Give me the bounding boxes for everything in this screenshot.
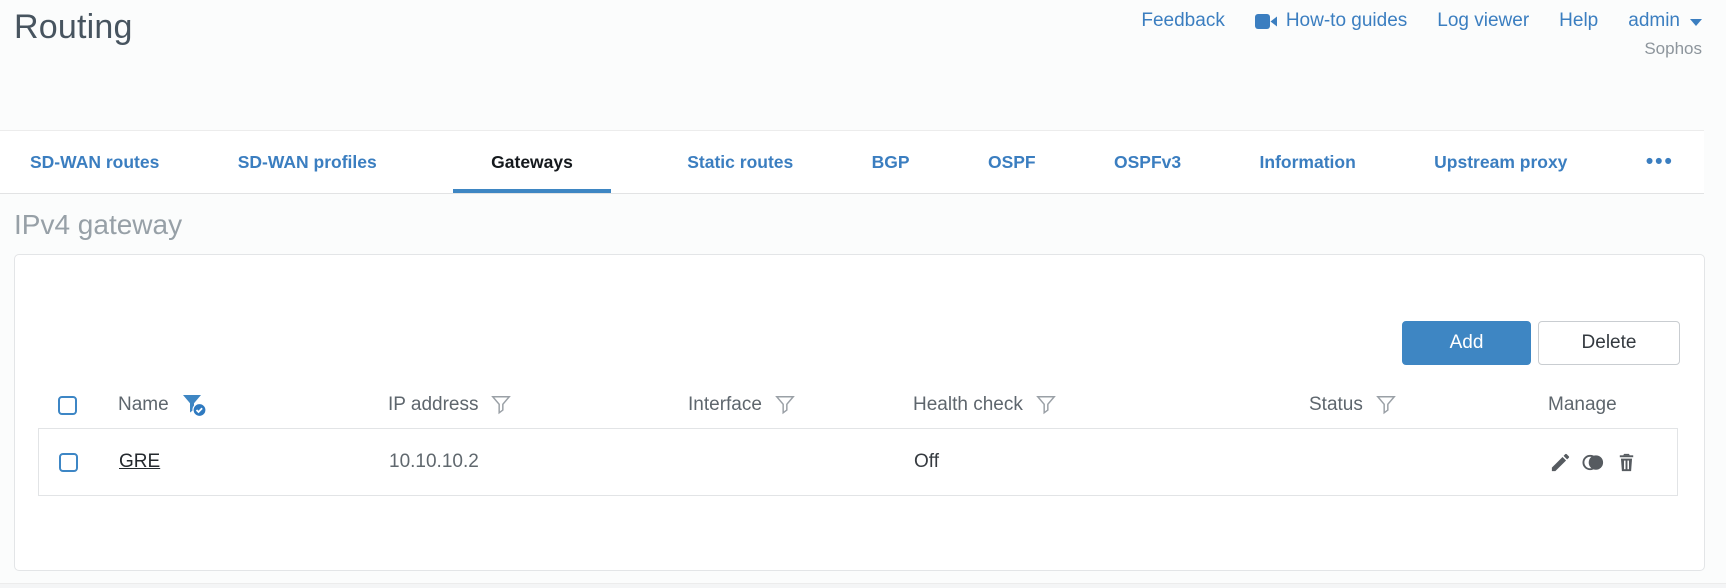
video-camera-icon [1254,13,1278,30]
feedback-link[interactable]: Feedback [1141,10,1224,32]
log-viewer-link[interactable]: Log viewer [1437,10,1529,32]
delete-button[interactable]: Delete [1538,321,1680,365]
select-all-checkbox[interactable] [58,395,77,415]
tab-ospfv3[interactable]: OSPFv3 [1112,131,1183,193]
table-row: GRE 10.10.10.2 Off [38,428,1678,496]
edit-icon[interactable] [1549,451,1572,474]
tab-static-routes[interactable]: Static routes [685,131,795,193]
routing-tabbar: SD-WAN routes SD-WAN profiles Gateways S… [0,130,1704,194]
gateway-name-link[interactable]: GRE [119,451,160,472]
filter-icon[interactable] [490,394,512,416]
table-toolbar: Add Delete [15,255,1704,365]
delete-icon[interactable] [1615,451,1638,474]
chevron-down-icon [1690,18,1702,26]
section-heading: IPv4 gateway [14,209,183,240]
user-menu-label: admin [1628,10,1680,31]
tab-upstream-proxy[interactable]: Upstream proxy [1432,131,1569,193]
column-header-ip-address: IP address [388,394,479,415]
table-header-row: Name IP address Interface Health check S… [38,382,1678,428]
column-header-manage: Manage [1548,394,1617,415]
filter-icon[interactable] [774,394,796,416]
gateway-table: Name IP address Interface Health check S… [38,382,1678,496]
top-nav: Feedback How-to guides Log viewer Help a… [1141,10,1702,59]
gateway-health-check: Off [914,451,939,472]
filter-active-icon[interactable] [181,393,207,417]
tab-bgp[interactable]: BGP [870,131,912,193]
user-menu[interactable]: admin [1628,10,1702,32]
filter-icon[interactable] [1375,394,1397,416]
gateway-ip-address: 10.10.10.2 [389,451,479,472]
tab-sd-wan-routes[interactable]: SD-WAN routes [28,131,161,193]
column-header-health-check: Health check [913,394,1023,415]
page: Routing Feedback How-to guides Log viewe… [0,0,1726,583]
main-content: IPv4 gateway Add Delete Name IP address … [0,209,1726,583]
row-checkbox[interactable] [59,452,78,472]
column-header-name: Name [118,394,169,415]
tab-ospf[interactable]: OSPF [986,131,1038,193]
column-header-status: Status [1309,394,1363,415]
tab-sd-wan-profiles[interactable]: SD-WAN profiles [236,131,379,193]
tabs-overflow-button[interactable]: ••• [1644,131,1676,193]
tab-gateways[interactable]: Gateways [453,131,611,193]
clone-icon[interactable] [1581,451,1606,474]
filter-icon[interactable] [1035,394,1057,416]
brand-label: Sophos [1644,39,1702,58]
page-header: Routing Feedback How-to guides Log viewe… [0,0,1726,130]
tab-information[interactable]: Information [1258,131,1358,193]
column-header-interface: Interface [688,394,762,415]
help-link[interactable]: Help [1559,10,1598,32]
ipv4-gateway-card: Add Delete Name IP address Interface Hea… [14,254,1705,571]
how-to-guides-link[interactable]: How-to guides [1254,10,1407,32]
page-bottom-area [0,583,1726,588]
add-button[interactable]: Add [1402,321,1531,365]
